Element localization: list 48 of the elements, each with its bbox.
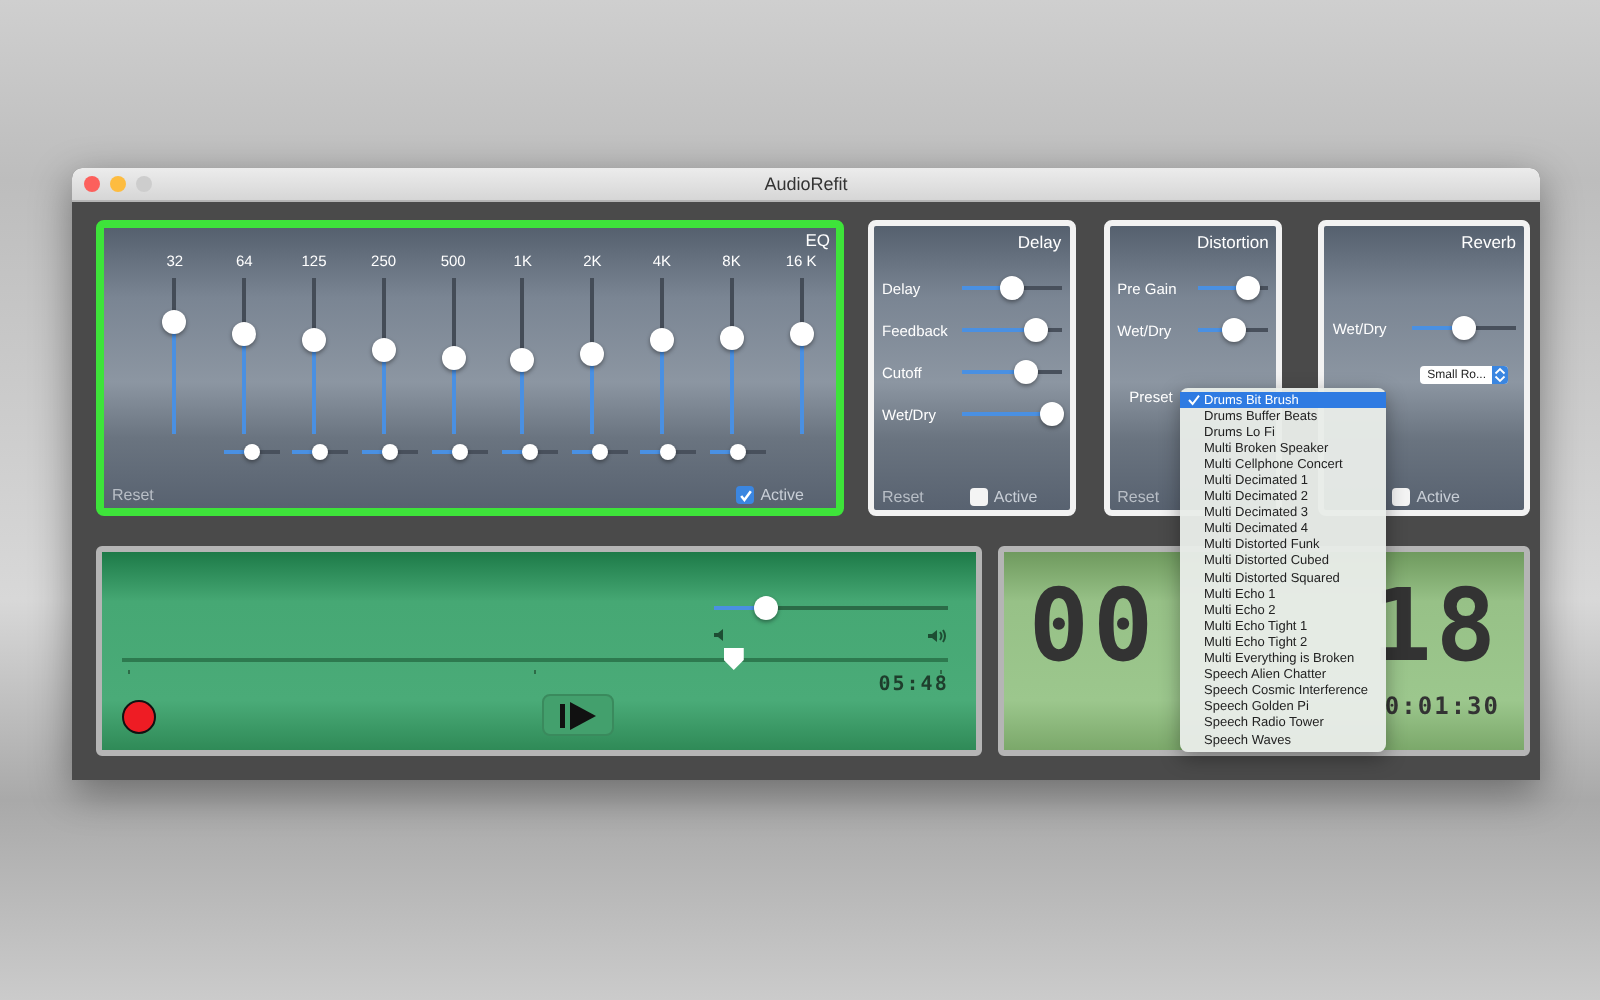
eq-slider[interactable] <box>162 278 187 434</box>
band-slider[interactable] <box>223 444 280 460</box>
play-pause-icon <box>557 701 598 729</box>
eq-slider[interactable] <box>371 278 396 434</box>
eq-slider[interactable] <box>232 278 257 434</box>
band-slider[interactable] <box>362 444 419 460</box>
band-slider[interactable] <box>640 444 697 460</box>
band-slider[interactable] <box>710 444 767 460</box>
band-slider[interactable] <box>292 444 349 460</box>
play-pause-button[interactable] <box>541 694 614 736</box>
speaker-low-icon <box>714 628 729 642</box>
control-slider[interactable] <box>1197 276 1269 300</box>
eq-slider[interactable] <box>441 278 466 434</box>
stepper-arrows-icon <box>1494 366 1506 384</box>
control-slider[interactable] <box>1412 316 1516 340</box>
elapsed-time: 0:01:30 <box>1384 692 1500 720</box>
band-slider[interactable] <box>501 444 558 460</box>
control-slider[interactable] <box>962 318 1062 342</box>
panel-title: EQ <box>805 230 830 250</box>
eq-slider[interactable] <box>580 278 605 434</box>
band-slider[interactable] <box>571 444 628 460</box>
eq-slider[interactable] <box>719 278 744 434</box>
band-slider[interactable] <box>431 444 488 460</box>
panel-title: Reverb <box>1461 232 1516 252</box>
eq-slider[interactable] <box>789 278 814 434</box>
speaker-high-icon <box>928 628 949 644</box>
record-button[interactable] <box>122 700 156 734</box>
eq-slider[interactable] <box>510 278 535 434</box>
active-checkbox[interactable] <box>969 488 988 506</box>
checkmark-icon <box>1188 394 1200 406</box>
active-checkbox[interactable] <box>736 486 755 504</box>
clock-digits: 00 <box>1028 568 1158 684</box>
active-checkbox[interactable] <box>1392 488 1411 506</box>
window-title: AudioRefit <box>764 174 848 194</box>
active-label: Active <box>993 488 1038 506</box>
panel-title: Delay <box>1017 232 1062 252</box>
panel-title: Distortion <box>1196 232 1269 252</box>
track-time: 05:48 <box>878 674 949 696</box>
control-slider[interactable] <box>1197 318 1269 342</box>
volume-slider[interactable] <box>714 596 949 620</box>
active-label: Active <box>760 486 804 504</box>
position-slider[interactable] <box>122 648 949 670</box>
active-label: Active <box>1416 488 1460 506</box>
eq-slider[interactable] <box>301 278 326 434</box>
control-slider[interactable] <box>962 360 1062 384</box>
control-slider[interactable] <box>962 402 1062 426</box>
eq-slider[interactable] <box>649 278 674 434</box>
control-slider[interactable] <box>962 276 1062 300</box>
